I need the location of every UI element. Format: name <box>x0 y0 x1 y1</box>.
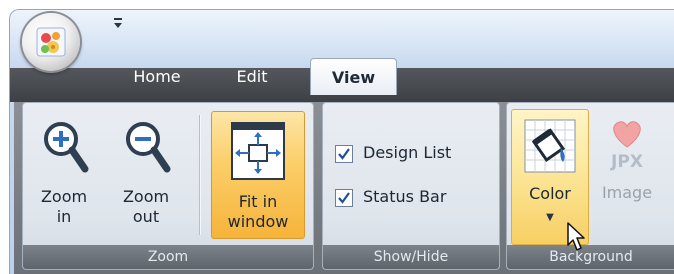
zoom-separator <box>199 115 200 235</box>
status-bar-checkbox[interactable]: Status Bar <box>335 185 446 209</box>
mouse-pointer-icon <box>567 222 585 251</box>
zoom-in-label: Zoom in <box>40 187 88 226</box>
zoom-out-button[interactable]: Zoom out <box>117 109 175 243</box>
design-list-check-box[interactable] <box>335 144 353 163</box>
fit-in-window-icon <box>231 122 285 180</box>
heart-image-icon: JPX <box>610 121 643 172</box>
image-label: Image <box>601 183 653 202</box>
application-menu-button[interactable] <box>22 13 80 71</box>
paint-bucket-icon <box>524 119 576 173</box>
image-button[interactable]: JPX Image <box>591 109 663 243</box>
tab-view[interactable]: View <box>310 58 397 95</box>
tab-home[interactable]: Home <box>122 62 192 92</box>
ribbon-group-background: Color ▼ JPX Image Background <box>506 102 674 270</box>
group-label-zoom: Zoom <box>23 245 313 269</box>
flower-logo-icon <box>36 27 66 57</box>
status-bar-check-box[interactable] <box>335 188 353 207</box>
zoom-in-magnifier-icon <box>44 122 89 173</box>
dropdown-arrow-icon[interactable]: ▼ <box>546 212 554 223</box>
status-bar-label: Status Bar <box>363 187 447 206</box>
zoom-out-magnifier-icon <box>126 122 171 173</box>
group-label-background: Background <box>507 245 674 269</box>
design-list-label: Design List <box>363 143 452 162</box>
zoom-in-button[interactable]: Zoom in <box>35 109 93 243</box>
zoom-out-label: Zoom out <box>122 187 170 226</box>
jpx-badge-text: JPX <box>610 152 643 172</box>
tab-edit[interactable]: Edit <box>222 62 282 92</box>
group-label-show-hide: Show/Hide <box>323 245 499 269</box>
customize-quick-access-arrow-icon[interactable] <box>112 16 124 30</box>
color-label: Color <box>529 184 571 203</box>
checkmark-icon <box>338 147 350 160</box>
design-list-checkbox[interactable]: Design List <box>335 141 451 165</box>
checkmark-icon <box>338 191 350 204</box>
ribbon-group-zoom: Zoom in Zoom out Fit in window Zoom <box>22 102 314 270</box>
fit-in-window-button[interactable]: Fit in window <box>211 111 305 239</box>
fit-in-window-label: Fit in window <box>227 192 289 231</box>
ribbon-group-show-hide: Design List Status Bar Show/Hide <box>322 102 500 270</box>
